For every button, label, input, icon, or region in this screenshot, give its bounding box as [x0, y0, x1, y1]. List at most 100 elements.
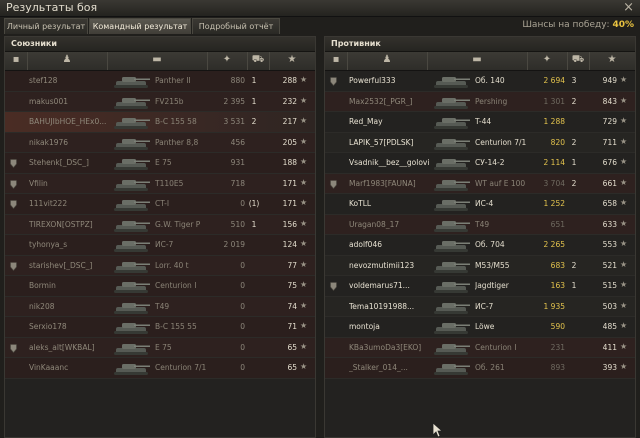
player-name[interactable]: Tema10191988...: [349, 302, 433, 311]
player-name[interactable]: makus001: [29, 97, 113, 106]
player-name[interactable]: Powerful333: [349, 76, 433, 85]
star-icon: ★: [620, 239, 628, 248]
player-name[interactable]: nikak1976: [29, 138, 113, 147]
win-chance-label: Шансы на победу:: [522, 20, 610, 30]
vehicle-column-header[interactable]: ▬: [427, 52, 528, 70]
player-name[interactable]: starishev[_DSC_]: [29, 261, 113, 270]
table-row[interactable]: KBa3umoDa3[EKO] Centurion I 231 411 ★: [325, 337, 635, 358]
table-row[interactable]: nikak1976 Panther 8,8 456 205 ★: [5, 132, 315, 153]
table-row[interactable]: nevozmutimii123 M53/M55 683 2 521 ★: [325, 255, 635, 276]
player-name[interactable]: adolf046: [349, 240, 433, 249]
table-row[interactable]: tyhonya_s ИС-7 2 019 124 ★: [5, 235, 315, 256]
table-row[interactable]: Stehenk[_DSC_] E 75 931 188 ★: [5, 153, 315, 174]
table-row[interactable]: Tema10191988... ИС-7 1 935 503 ★: [325, 296, 635, 317]
player-name[interactable]: Vsadnik__bez__golovi: [349, 158, 433, 167]
tab-team-result[interactable]: Командный результат: [89, 18, 191, 34]
table-row[interactable]: stef128 Panther II 880 1 288 ★: [5, 71, 315, 92]
player-column-header[interactable]: ♟: [347, 52, 428, 70]
player-name[interactable]: _Stalker_014_...: [349, 363, 433, 372]
tank-icon: [114, 200, 150, 211]
kills-value: 1: [571, 281, 577, 290]
kills-column-header[interactable]: ⛟: [567, 52, 590, 70]
table-row[interactable]: makus001 FV215b 2 395 1 232 ★: [5, 91, 315, 112]
battle-results-window: Результаты боя × Личный результат Команд…: [0, 0, 640, 438]
player-name[interactable]: VinKaaanc: [29, 363, 113, 372]
player-name[interactable]: Red_May: [349, 117, 433, 126]
xp-value: 553: [602, 240, 617, 249]
tab-personal-result[interactable]: Личный результат: [4, 18, 88, 34]
player-name[interactable]: KBa3umoDa3[EKO]: [349, 343, 433, 352]
table-row[interactable]: aleks_alt[WKBAL] E 75 0 65 ★: [5, 337, 315, 358]
star-icon: ★: [607, 54, 617, 65]
table-row[interactable]: voldemarus71... Jagdtiger 163 1 515 ★: [325, 276, 635, 297]
player-name[interactable]: nevozmutimii123: [349, 261, 433, 270]
table-row[interactable]: LAPIK_57[PDLSK] Centurion 7/1 820 2 711 ★: [325, 132, 635, 153]
player-icon: ♟: [62, 54, 72, 65]
table-row[interactable]: Powerful333 Об. 140 2 694 3 949 ★: [325, 71, 635, 92]
damage-value: 820: [550, 137, 565, 147]
win-chance-value: 40%: [612, 20, 634, 30]
table-row[interactable]: montoja Löwe 590 485 ★: [325, 317, 635, 338]
squad-column-header[interactable]: ▪: [325, 52, 348, 70]
table-row[interactable]: Serxio178 B-C 155 55 0 71 ★: [5, 317, 315, 338]
table-row[interactable]: starishev[_DSC_] Lorr. 40 t 0 77 ★: [5, 255, 315, 276]
player-name[interactable]: 111vit222: [29, 199, 113, 208]
squad-column-header[interactable]: ▪: [5, 52, 28, 70]
kills-column-header[interactable]: ⛟: [247, 52, 270, 70]
damage-column-header[interactable]: ✦: [207, 52, 248, 70]
xp-column-header[interactable]: ★: [269, 52, 315, 70]
player-name[interactable]: Bormin: [29, 281, 113, 290]
table-row[interactable]: 111vit222 CT-I 0 (1) 171 ★: [5, 194, 315, 215]
table-row[interactable]: Vfilin T110E5 718 171 ★: [5, 173, 315, 194]
star-icon: ★: [300, 157, 308, 166]
player-name[interactable]: LAPIK_57[PDLSK]: [349, 138, 433, 147]
table-row[interactable]: Marf1983[FAUNA] WT auf E 100 3 704 2 661 ★: [325, 173, 635, 194]
table-row[interactable]: BAHUJIbHOE_HEx0... B-C 155 58 3 531 2 217 ★: [5, 112, 315, 133]
table-row[interactable]: adolf046 Об. 704 2 265 553 ★: [325, 235, 635, 256]
player-name[interactable]: BAHUJIbHOE_HEx0...: [29, 117, 113, 126]
player-name[interactable]: Uragan08_17: [349, 220, 433, 229]
player-name[interactable]: aleks_alt[WKBAL]: [29, 343, 113, 352]
table-row[interactable]: Max2532[_PGR_] Pershing 1 301 2 843 ★: [325, 91, 635, 112]
player-name[interactable]: TIREXON[OSTPZ]: [29, 220, 113, 229]
table-row[interactable]: Bormin Centurion I 0 75 ★: [5, 276, 315, 297]
star-icon: ★: [300, 75, 308, 84]
table-row[interactable]: Red_May T-44 1 288 729 ★: [325, 112, 635, 133]
damage-value: 893: [550, 363, 565, 372]
squad-icon: ▪: [12, 54, 20, 65]
player-name[interactable]: Marf1983[FAUNA]: [349, 179, 433, 188]
xp-column-header[interactable]: ★: [589, 52, 635, 70]
player-name[interactable]: montoja: [349, 322, 433, 331]
player-column-header[interactable]: ♟: [27, 52, 108, 70]
kills-value: 2: [571, 178, 577, 188]
table-row[interactable]: Vsadnik__bez__golovi СУ-14-2 2 114 1 676 ★: [325, 153, 635, 174]
player-name[interactable]: nik208: [29, 302, 113, 311]
star-icon: ★: [300, 95, 308, 105]
kills-value: 2: [251, 117, 257, 126]
player-name[interactable]: Vfilin: [29, 179, 113, 188]
damage-value: 718: [230, 178, 245, 188]
star-icon: ★: [300, 280, 308, 289]
damage-value: 231: [550, 342, 565, 352]
player-name[interactable]: voldemarus71...: [349, 281, 433, 290]
player-name[interactable]: Max2532[_PGR_]: [349, 97, 433, 106]
player-name[interactable]: stef128: [29, 76, 113, 85]
table-row[interactable]: VinKaaanc Centurion 7/1 0 65 ★: [5, 358, 315, 379]
table-row[interactable]: nik208 T49 0 74 ★: [5, 296, 315, 317]
player-name[interactable]: Stehenk[_DSC_]: [29, 158, 113, 167]
player-name[interactable]: KoTLL: [349, 199, 433, 208]
player-name[interactable]: Serxio178: [29, 322, 113, 331]
player-name[interactable]: tyhonya_s: [29, 240, 113, 249]
damage-column-header[interactable]: ✦: [527, 52, 568, 70]
tab-detailed-report[interactable]: Подробный отчёт: [192, 18, 280, 34]
table-row[interactable]: _Stalker_014_... Об. 261 893 393 ★: [325, 358, 635, 379]
damage-value: 0: [240, 322, 245, 331]
table-row[interactable]: Uragan08_17 T49 651 633 ★: [325, 214, 635, 235]
table-row[interactable]: KoTLL ИС-4 1 252 658 ★: [325, 194, 635, 215]
table-row[interactable]: TIREXON[OSTPZ] G.W. Tiger P 510 1 156 ★: [5, 214, 315, 235]
damage-value: 456: [230, 137, 245, 147]
mouse-cursor-icon: [432, 422, 444, 438]
vehicle-column-header[interactable]: ▬: [107, 52, 208, 70]
close-icon[interactable]: ×: [623, 0, 634, 15]
enemies-panel: Противник ▪ ♟ ▬ ✦ ⛟ ★ Powerful333 Об. 140…: [324, 36, 636, 438]
